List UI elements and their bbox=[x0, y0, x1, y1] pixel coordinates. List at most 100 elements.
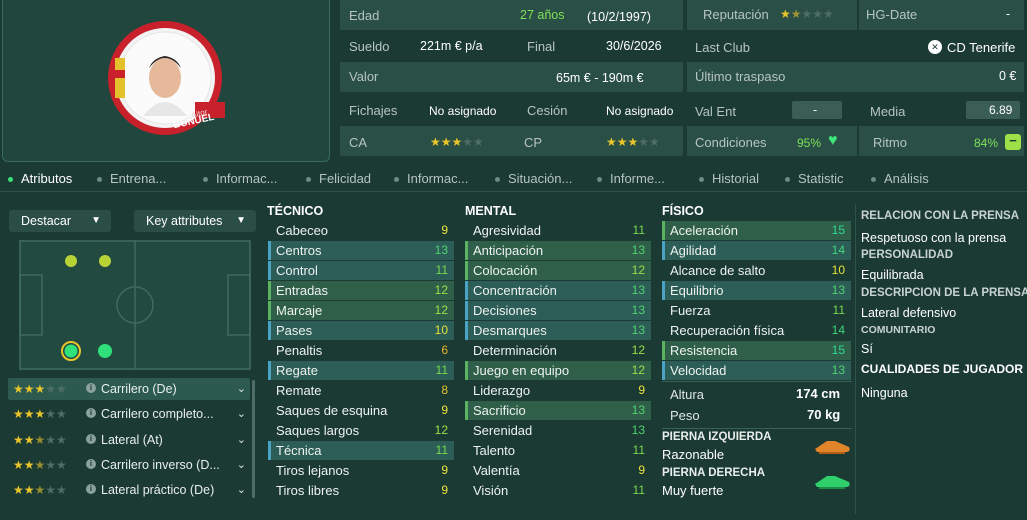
attribute-row[interactable]: Concentración 13 bbox=[465, 281, 651, 300]
role-stars: ★★★★★ bbox=[13, 382, 67, 396]
attribute-row[interactable]: Liderazgo 9 bbox=[465, 381, 651, 400]
peso-label: Peso bbox=[670, 408, 700, 423]
attribute-row[interactable]: Fuerza 11 bbox=[662, 301, 851, 320]
edad-label: Edad bbox=[349, 8, 380, 23]
info-icon[interactable]: i bbox=[86, 434, 96, 444]
attribute-row[interactable]: Equilibrio 13 bbox=[662, 281, 851, 300]
last-club-value[interactable]: CD Tenerife bbox=[947, 40, 1015, 55]
attribute-row[interactable]: Determinación 12 bbox=[465, 341, 651, 360]
edad-date: (10/2/1997) bbox=[587, 10, 651, 24]
cp-stars: ★★★★★ bbox=[606, 135, 660, 149]
attribute-name: Remate bbox=[276, 383, 322, 398]
attribute-row[interactable]: Pases 10 bbox=[268, 321, 454, 340]
attribute-name: Regate bbox=[276, 363, 318, 378]
chevron-down-icon[interactable]: ⌄ bbox=[237, 479, 246, 501]
roles-scrollbar[interactable] bbox=[252, 380, 255, 498]
tab-statistic[interactable]: Statistic bbox=[785, 166, 844, 192]
reputacion-label: Reputación bbox=[703, 7, 769, 22]
attribute-row[interactable]: Regate 11 bbox=[268, 361, 454, 380]
attribute-row[interactable]: Remate 8 bbox=[268, 381, 454, 400]
chevron-down-icon[interactable]: ⌄ bbox=[237, 454, 246, 476]
attribute-row[interactable]: Agilidad 14 bbox=[662, 241, 851, 260]
attribute-value: 12 bbox=[434, 283, 448, 297]
attribute-row[interactable]: Colocación 12 bbox=[465, 261, 651, 280]
attribute-value: 11 bbox=[632, 223, 645, 237]
attribute-value: 11 bbox=[632, 443, 645, 457]
attribute-row[interactable]: Aceleración 15 bbox=[662, 221, 851, 240]
attribute-row[interactable]: Sacrificio 13 bbox=[465, 401, 651, 420]
attribute-row[interactable]: Cabeceo 9 bbox=[268, 221, 454, 240]
attribute-row[interactable]: Valentía 9 bbox=[465, 461, 651, 480]
attribute-row[interactable]: Juego en equipo 12 bbox=[465, 361, 651, 380]
prensa-relacion-header: RELACIÓN CON LA PRENSA bbox=[861, 210, 1020, 222]
tab-informacion-2[interactable]: Informac... bbox=[394, 166, 468, 192]
altura-value: 174 cm bbox=[796, 386, 841, 401]
attribute-name: Velocidad bbox=[670, 363, 727, 378]
role-item[interactable]: ★★★★★ i Carrilero (De) ⌄ bbox=[10, 378, 250, 400]
role-item[interactable]: ★★★★★ i Lateral práctico (De) ⌄ bbox=[10, 479, 250, 501]
chevron-down-icon[interactable]: ⌄ bbox=[237, 378, 246, 400]
attribute-row[interactable]: Técnica 11 bbox=[268, 441, 454, 460]
role-item[interactable]: ★★★★★ i Carrilero inverso (D... ⌄ bbox=[10, 454, 250, 476]
info-icon[interactable]: i bbox=[86, 484, 96, 494]
attribute-row[interactable]: Tiros libres 9 bbox=[268, 481, 454, 500]
attribute-row[interactable]: Penaltis 6 bbox=[268, 341, 454, 360]
attribute-row[interactable]: Entradas 12 bbox=[268, 281, 454, 300]
attribute-name: Colocación bbox=[473, 263, 538, 278]
attribute-row[interactable]: Centros 13 bbox=[268, 241, 454, 260]
tab-felicidad[interactable]: Felicidad bbox=[306, 166, 371, 192]
tab-informe[interactable]: Informe... bbox=[597, 166, 665, 192]
attribute-row[interactable]: Decisiones 13 bbox=[465, 301, 651, 320]
attribute-row[interactable]: Velocidad 13 bbox=[662, 361, 851, 380]
attribute-name: Serenidad bbox=[473, 423, 533, 438]
tab-atributos[interactable]: Atributos bbox=[8, 166, 72, 192]
attribute-row[interactable]: Saques de esquina 9 bbox=[268, 401, 454, 420]
chevron-down-icon[interactable]: ⌄ bbox=[237, 403, 246, 425]
tab-label: Atributos bbox=[21, 171, 73, 186]
tab-historial[interactable]: Historial bbox=[699, 166, 759, 192]
attribute-name: Penaltis bbox=[276, 343, 323, 358]
attribute-value: 10 bbox=[831, 263, 845, 277]
role-label: Carrilero inverso (D... bbox=[101, 458, 220, 472]
key-attributes-dropdown[interactable]: Key attributes ▼ bbox=[134, 210, 256, 232]
role-item[interactable]: ★★★★★ i Lateral (At) ⌄ bbox=[10, 429, 250, 451]
attribute-name: Saques largos bbox=[276, 423, 360, 438]
info-icon[interactable]: i bbox=[86, 408, 96, 418]
condiciones-label: Condiciones bbox=[695, 135, 767, 150]
role-label: Lateral práctico (De) bbox=[101, 483, 215, 497]
attribute-row[interactable]: Marcaje 12 bbox=[268, 301, 454, 320]
attribute-row[interactable]: Visión 11 bbox=[465, 481, 651, 500]
attribute-row[interactable]: Anticipación 13 bbox=[465, 241, 651, 260]
destacar-dropdown[interactable]: Destacar ▼ bbox=[9, 210, 111, 232]
attribute-name: Talento bbox=[473, 443, 515, 458]
info-icon[interactable]: i bbox=[86, 383, 96, 393]
attribute-value: 15 bbox=[831, 343, 845, 357]
attribute-row[interactable]: Resistencia 15 bbox=[662, 341, 851, 360]
tab-informacion-1[interactable]: Informac... bbox=[203, 166, 277, 192]
attribute-row[interactable]: Tiros lejanos 9 bbox=[268, 461, 454, 480]
attribute-row[interactable]: Talento 11 bbox=[465, 441, 651, 460]
reputacion-stars: ★★★★★ bbox=[780, 7, 834, 21]
role-item[interactable]: ★★★★★ i Carrilero completo... ⌄ bbox=[10, 403, 250, 425]
tab-label: Informe... bbox=[610, 171, 665, 186]
attribute-value: 11 bbox=[435, 443, 448, 457]
descripcion-prensa-header: DESCRIPCIÓN DE LA PRENSA bbox=[861, 287, 1027, 299]
tab-analisis[interactable]: Análisis bbox=[871, 166, 929, 192]
chevron-down-icon[interactable]: ⌄ bbox=[237, 429, 246, 451]
tab-label: Statistic bbox=[798, 171, 844, 186]
boot-orange-icon bbox=[813, 437, 853, 460]
attribute-row[interactable]: Saques largos 12 bbox=[268, 421, 454, 440]
tab-label: Análisis bbox=[884, 171, 929, 186]
attribute-row[interactable]: Recuperación física 14 bbox=[662, 321, 851, 340]
attribute-row[interactable]: Serenidad 13 bbox=[465, 421, 651, 440]
tab-entrenamiento[interactable]: Entrena... bbox=[97, 166, 166, 192]
chevron-down-icon: ▼ bbox=[236, 215, 246, 226]
info-icon[interactable]: i bbox=[86, 459, 96, 469]
attribute-row[interactable]: Agresividad 11 bbox=[465, 221, 651, 240]
attribute-row[interactable]: Alcance de salto 10 bbox=[662, 261, 851, 280]
tab-situacion[interactable]: Situación... bbox=[495, 166, 572, 192]
attribute-value: 11 bbox=[632, 483, 645, 497]
attribute-row[interactable]: Control 11 bbox=[268, 261, 454, 280]
pierna-izquierda-value: Razonable bbox=[662, 447, 725, 462]
attribute-row[interactable]: Desmarques 13 bbox=[465, 321, 651, 340]
